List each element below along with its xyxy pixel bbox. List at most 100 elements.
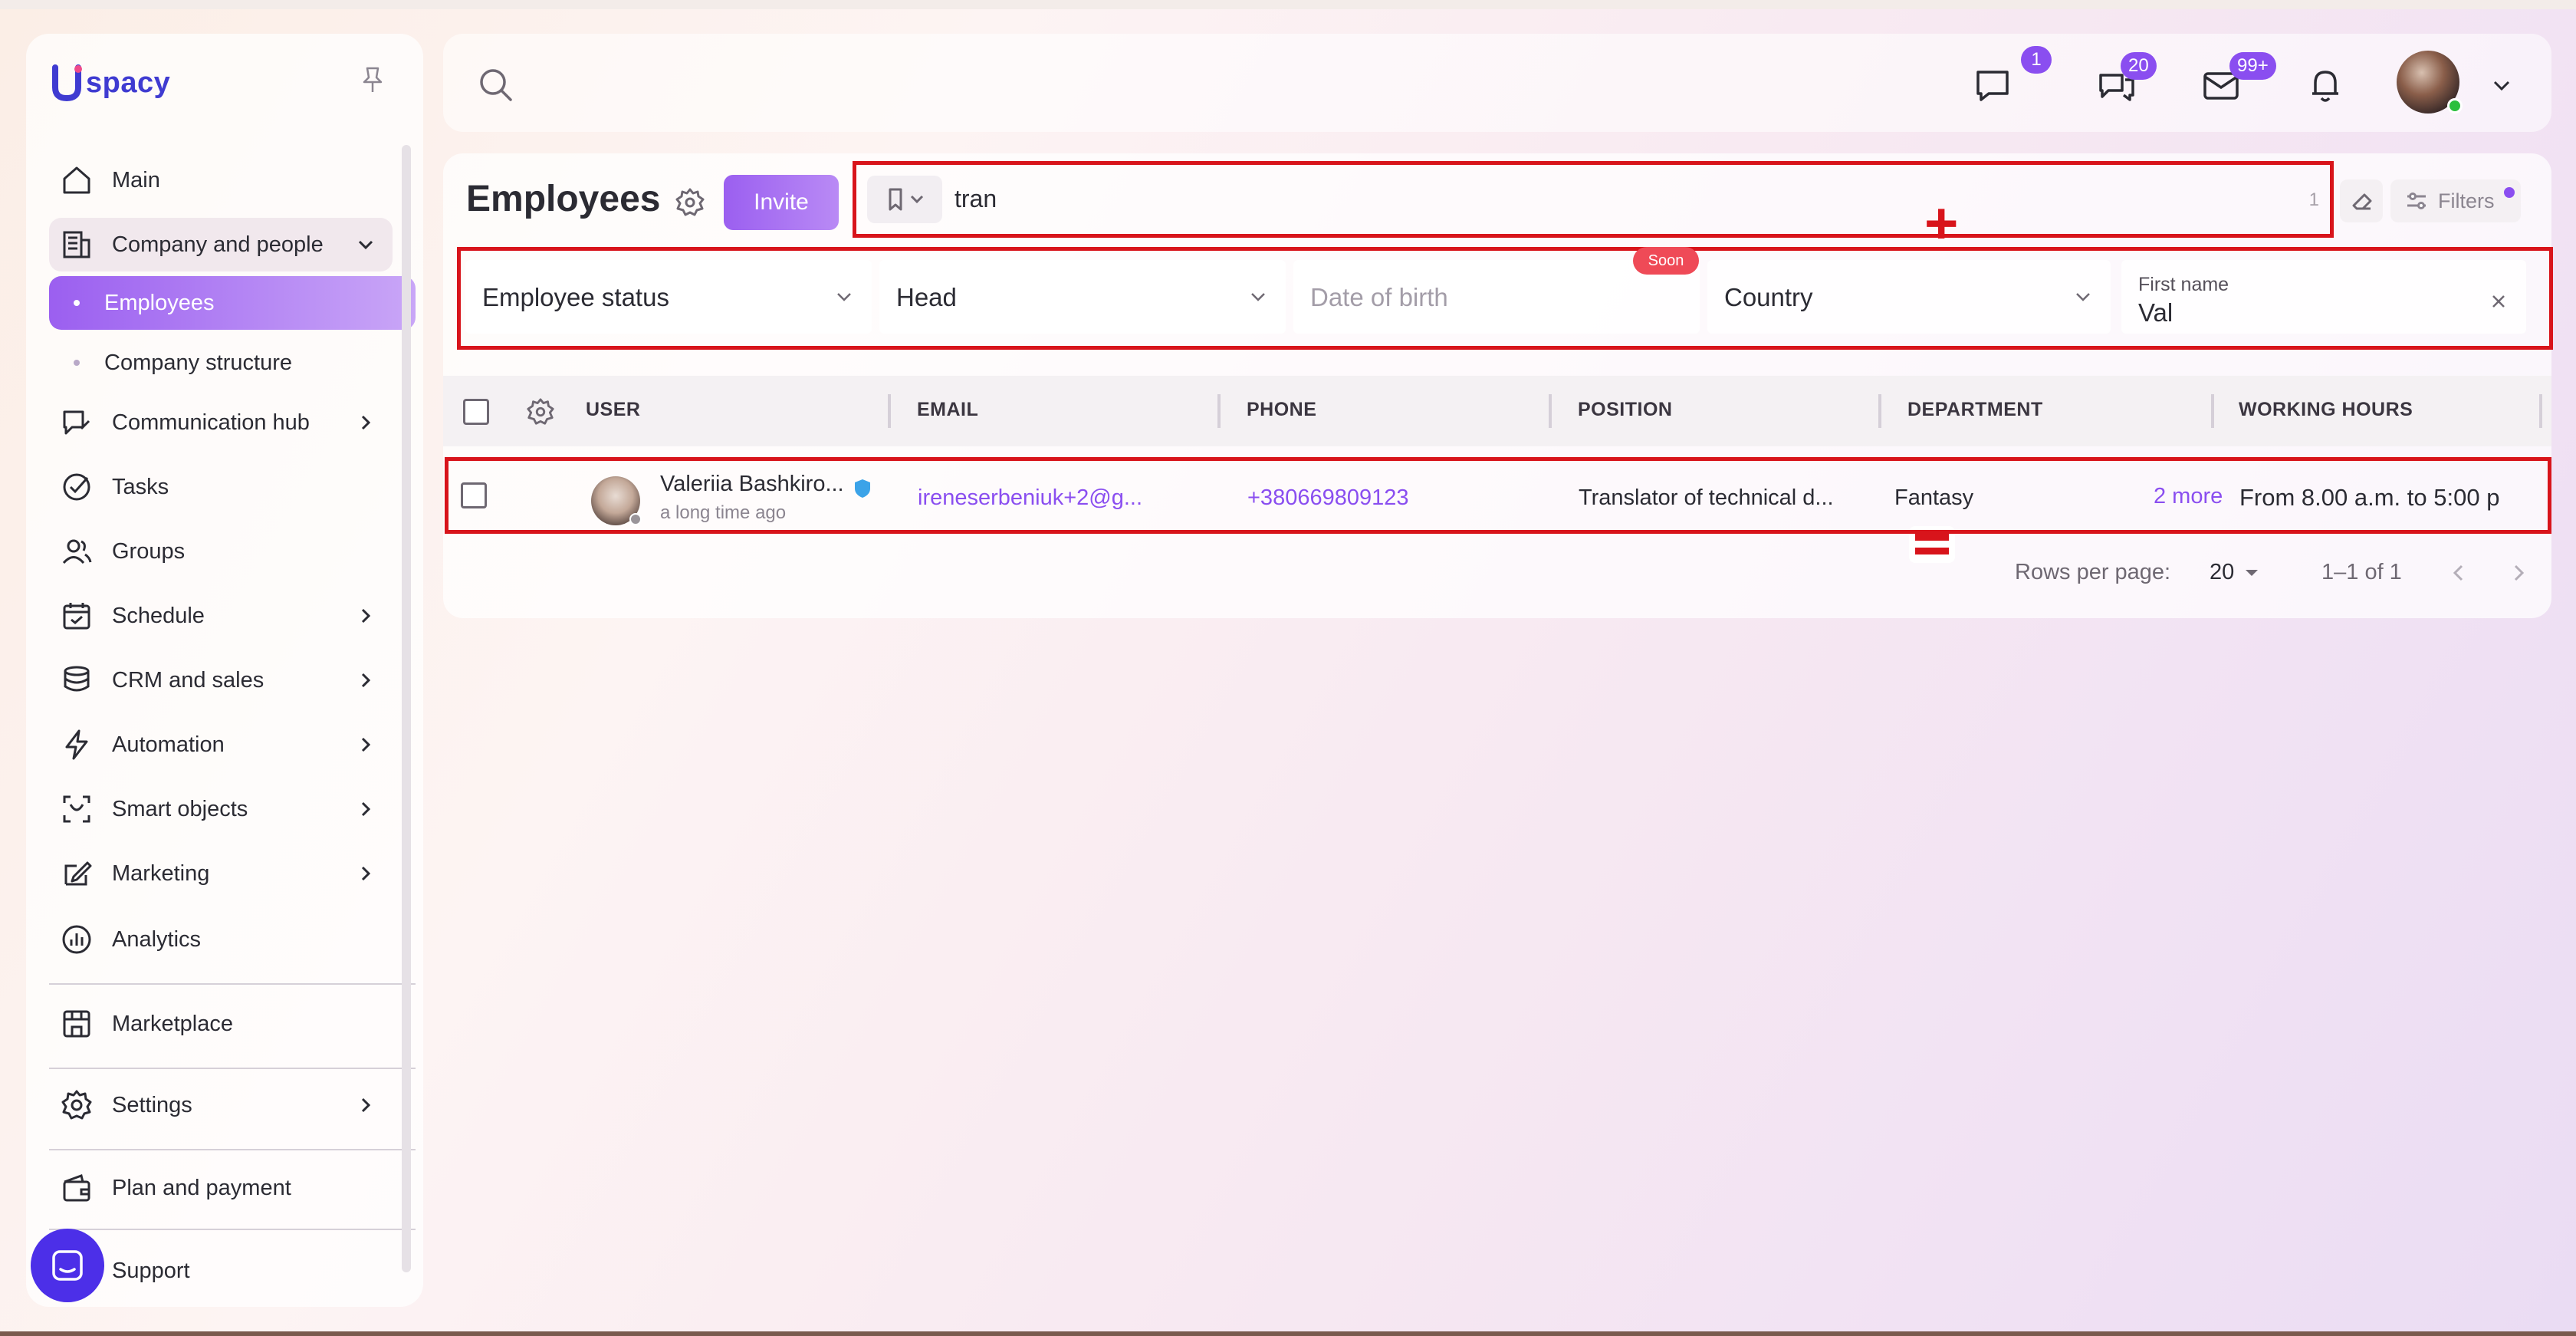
search-input[interactable]: tran	[955, 185, 997, 213]
employee-status-filter[interactable]: Employee status	[465, 260, 872, 334]
sidebar-item-label: Groups	[112, 538, 186, 564]
column-resizer[interactable]	[2211, 394, 2214, 428]
rows-per-page-select[interactable]: 20	[2210, 560, 2263, 585]
verified-shield-icon	[855, 479, 870, 498]
page-title: Employees	[466, 179, 661, 219]
wallet-icon	[58, 1170, 95, 1206]
sidebar-item-automation[interactable]: Automation	[49, 718, 393, 772]
select-all-checkbox[interactable]	[463, 399, 489, 425]
table-row[interactable]: Valeriia Bashkiro... a long time ago ire…	[445, 457, 2551, 534]
phone-link[interactable]: +380669809123	[1247, 485, 1408, 511]
first-name-filter[interactable]: First name Val	[2121, 260, 2526, 334]
column-resizer[interactable]	[1217, 394, 1221, 428]
rows-per-page-label: Rows per page:	[2015, 560, 2171, 584]
email-link[interactable]: ireneserbeniuk+2@g...	[918, 485, 1142, 511]
position-cell: Translator of technical d...	[1579, 485, 1834, 510]
next-page-icon[interactable]	[2505, 560, 2532, 586]
employees-panel: Employees Invite tran 1 + Filters Employ…	[443, 153, 2553, 618]
column-header-email[interactable]: EMAIL	[917, 399, 978, 421]
message-icon[interactable]	[1972, 64, 2013, 106]
chevron-right-icon	[361, 1097, 371, 1113]
search-icon[interactable]	[477, 66, 515, 104]
pin-icon[interactable]	[357, 64, 388, 95]
sidebar-item-tasks[interactable]: Tasks	[49, 460, 393, 514]
sidebar-item-main[interactable]: Main	[49, 153, 393, 207]
filters-button[interactable]: Filters	[2390, 179, 2521, 222]
sidebar-item-label: Company and people	[112, 232, 324, 257]
window-top-edge	[0, 0, 2576, 9]
sidebar-item-company-structure[interactable]: Company structure	[49, 336, 416, 390]
sidebar-divider	[49, 1229, 416, 1230]
head-filter[interactable]: Head	[879, 260, 1286, 334]
previous-page-icon[interactable]	[2446, 560, 2472, 586]
column-resizer[interactable]	[1878, 394, 1881, 428]
row-checkbox[interactable]	[461, 482, 487, 508]
chevron-right-icon	[361, 608, 371, 624]
sidebar-item-label: Analytics	[112, 926, 202, 952]
column-resizer[interactable]	[2539, 394, 2542, 428]
sidebar-divider	[49, 1068, 416, 1069]
chevron-down-icon[interactable]	[2490, 74, 2513, 97]
chat-edit-icon	[58, 404, 95, 441]
clear-filters-button[interactable]	[2340, 179, 2383, 222]
bookmark-icon	[889, 188, 924, 211]
invite-button[interactable]: Invite	[724, 175, 839, 230]
scan-icon	[58, 791, 95, 828]
chevron-down-icon	[2076, 293, 2090, 301]
sidebar-scrollbar[interactable]	[402, 145, 411, 1272]
sidebar-item-settings[interactable]: Settings	[49, 1078, 393, 1132]
sidebar-item-crm-and-sales[interactable]: CRM and sales	[49, 653, 393, 707]
sidebar-item-marketplace[interactable]: Marketplace	[49, 997, 393, 1051]
eraser-icon	[2352, 193, 2372, 210]
logo-text: spacy	[86, 66, 171, 99]
sidebar-item-schedule[interactable]: Schedule	[49, 589, 393, 643]
first-name-input[interactable]: Val	[2138, 298, 2173, 327]
sidebar-item-company-and-people[interactable]: Company and people	[49, 218, 393, 271]
user-name[interactable]: Valeriia Bashkiro...	[660, 472, 844, 497]
coins-icon	[58, 662, 95, 699]
more-departments-link[interactable]: 2 more	[2154, 484, 2223, 509]
filter-row: Employee status Head Date of birth Count…	[457, 247, 2553, 350]
filters-active-dot	[2504, 187, 2515, 198]
close-icon[interactable]	[2488, 291, 2509, 312]
analytics-icon	[58, 921, 95, 958]
sidebar-item-employees[interactable]: Employees	[49, 276, 416, 330]
column-header-user[interactable]: USER	[586, 399, 640, 421]
saved-filters-button[interactable]	[867, 176, 942, 223]
user-last-seen: a long time ago	[660, 502, 787, 523]
support-chat-button[interactable]	[31, 1229, 104, 1302]
gear-icon[interactable]	[675, 187, 705, 218]
sidebar-item-label: Settings	[112, 1092, 192, 1117]
sidebar-item-label: Automation	[112, 732, 225, 757]
chevron-right-icon	[361, 801, 371, 817]
sidebar-item-analytics[interactable]: Analytics	[49, 913, 393, 966]
sidebar-item-marketing[interactable]: Marketing	[49, 847, 393, 900]
logo-mark-icon	[52, 64, 82, 102]
column-header-working-hours[interactable]: WORKING HOURS	[2239, 399, 2413, 421]
sidebar-item-groups[interactable]: Groups	[49, 525, 393, 578]
sidebar: spacy Main Company and people Employees …	[26, 34, 423, 1307]
sidebar-item-label: Company structure	[104, 350, 292, 375]
sidebar-item-communication-hub[interactable]: Communication hub	[49, 396, 393, 449]
app-logo[interactable]: spacy	[49, 63, 170, 103]
pagination-range: 1–1 of 1	[2321, 560, 2402, 584]
soon-badge: Soon	[1633, 247, 1699, 275]
column-header-phone[interactable]: PHONE	[1247, 399, 1316, 421]
sidebar-item-label: Support	[112, 1258, 190, 1283]
store-icon	[58, 1005, 95, 1042]
column-header-position[interactable]: POSITION	[1578, 399, 1672, 421]
bell-icon[interactable]	[2305, 64, 2346, 106]
annotation-plus: +	[1924, 191, 1959, 256]
column-header-department[interactable]: DEPARTMENT	[1907, 399, 2043, 421]
country-filter[interactable]: Country	[1707, 260, 2111, 334]
column-resizer[interactable]	[1549, 394, 1552, 428]
gear-icon[interactable]	[526, 397, 555, 426]
employee-search-box[interactable]: tran 1	[853, 161, 2334, 238]
lightning-icon	[58, 726, 95, 763]
sidebar-item-plan-and-payment[interactable]: Plan and payment	[49, 1161, 393, 1215]
calendar-icon	[58, 597, 95, 634]
user-status-dot	[629, 513, 642, 525]
column-resizer[interactable]	[888, 394, 891, 428]
sidebar-item-smart-objects[interactable]: Smart objects	[49, 782, 393, 836]
table-header: USER EMAIL PHONE POSITION DEPARTMENT WOR…	[443, 376, 2551, 446]
